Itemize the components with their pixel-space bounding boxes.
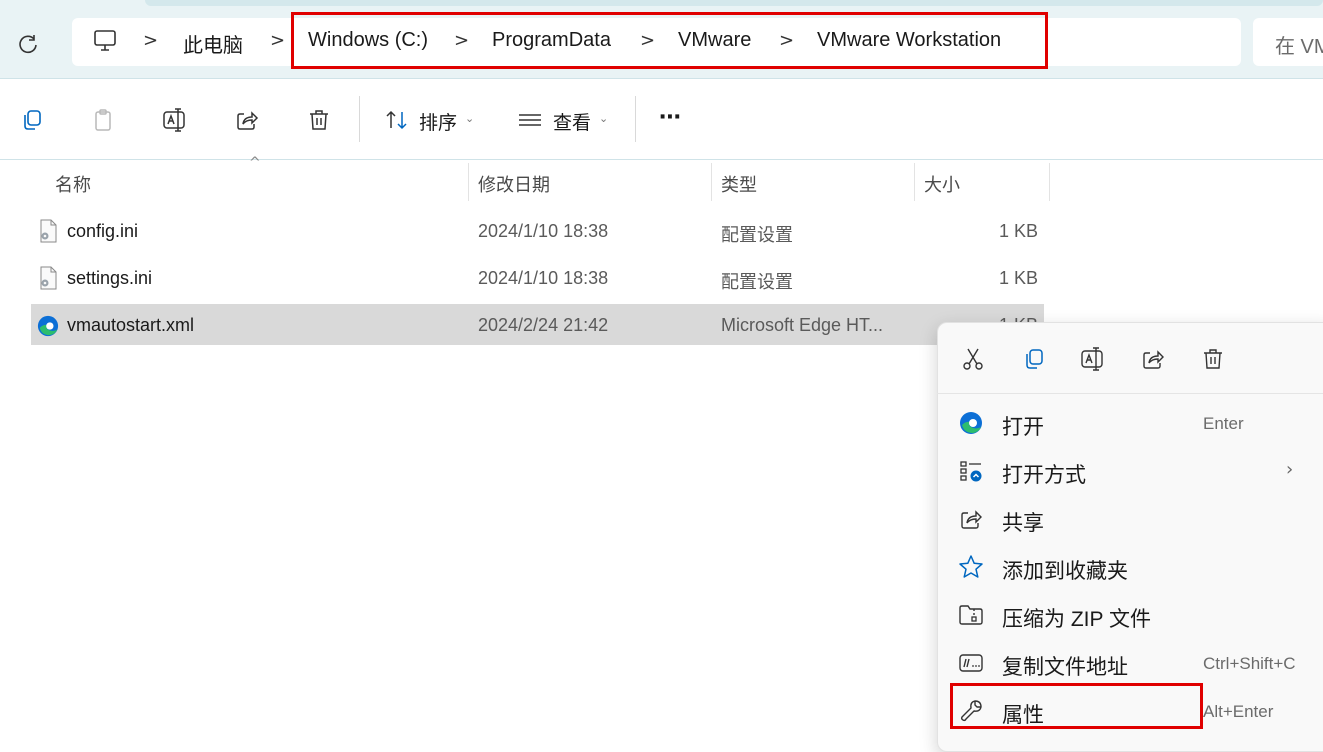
menu-item-shortcut: Ctrl+Shift+C xyxy=(1203,654,1296,673)
menu-item-label: 共享 xyxy=(1002,512,1044,535)
ctx-cut-button[interactable] xyxy=(957,343,989,375)
paste-icon xyxy=(95,109,111,131)
column-header-name[interactable]: 名称 xyxy=(55,171,91,197)
share-icon xyxy=(1143,350,1164,369)
properties-highlight-box xyxy=(950,683,1203,729)
cut-icon xyxy=(963,348,983,370)
file-modified: 2024/2/24 21:42 xyxy=(478,315,609,335)
rename-icon xyxy=(163,108,185,132)
file-name: config.ini xyxy=(67,221,139,241)
copy-button[interactable] xyxy=(14,103,48,137)
sort-button[interactable]: 排序 xyxy=(419,108,457,135)
delete-button[interactable] xyxy=(302,103,336,137)
file-type: 配置设置 xyxy=(721,272,793,292)
column-divider[interactable] xyxy=(468,163,469,201)
file-type: Microsoft Edge HT... xyxy=(721,315,884,335)
file-size: 1 KB xyxy=(998,221,1038,241)
menu-item-label: 复制文件地址 xyxy=(1002,656,1128,679)
ini-file-icon xyxy=(40,219,57,243)
refresh-button[interactable] xyxy=(14,30,42,58)
refresh-icon xyxy=(19,35,37,54)
column-divider[interactable] xyxy=(1049,163,1050,201)
column-divider[interactable] xyxy=(711,163,712,201)
edge-icon xyxy=(958,410,984,436)
menu-item-add-to-favorites[interactable]: 添加到收藏夹 xyxy=(950,544,1323,588)
file-row[interactable]: config.ini 2024/1/10 18:38 配置设置 1 KB xyxy=(31,210,1044,251)
view-button[interactable]: 查看 xyxy=(553,108,591,135)
view-icon-wrap[interactable] xyxy=(513,103,547,137)
column-header-size[interactable]: 大小 xyxy=(924,171,960,197)
star-icon xyxy=(958,554,984,580)
breadcrumb-separator[interactable]: > xyxy=(143,30,158,51)
file-name: settings.ini xyxy=(67,268,153,288)
menu-item-label: 打开 xyxy=(1002,416,1044,439)
column-header-modified[interactable]: 修改日期 xyxy=(478,171,550,197)
delete-icon xyxy=(310,110,328,130)
file-row-selected[interactable]: vmautostart.xml 2024/2/24 21:42 Microsof… xyxy=(31,304,1044,345)
view-chevron-down-icon[interactable]: ⌄ xyxy=(599,112,608,125)
toolbar-divider xyxy=(359,96,360,142)
breadcrumb-highlight-box xyxy=(291,12,1048,69)
sort-chevron-down-icon[interactable]: ⌄ xyxy=(465,112,474,125)
ctx-copy-button[interactable] xyxy=(1017,343,1049,375)
copy-icon xyxy=(24,110,41,130)
menu-item-shortcut: Alt+Enter xyxy=(1203,702,1274,721)
more-options-button[interactable]: ⋯ xyxy=(659,104,681,130)
menu-item-label: 添加到收藏夹 xyxy=(1002,560,1128,583)
column-divider[interactable] xyxy=(914,163,915,201)
view-icon xyxy=(519,114,541,126)
menu-item-open[interactable]: 打开 Enter xyxy=(950,400,1323,444)
edge-icon xyxy=(37,315,59,337)
ctx-rename-button[interactable] xyxy=(1077,343,1109,375)
search-placeholder: 在 VM xyxy=(1275,36,1323,58)
zip-icon xyxy=(958,602,984,628)
rename-button[interactable] xyxy=(158,103,192,137)
copy-path-icon xyxy=(958,650,984,676)
file-modified: 2024/1/10 18:38 xyxy=(478,268,609,288)
rename-icon xyxy=(1081,347,1103,371)
toolbar-divider xyxy=(635,96,636,142)
menu-item-label: 打开方式 xyxy=(1002,464,1086,487)
copy-icon xyxy=(1026,349,1043,369)
sort-icon-wrap[interactable] xyxy=(380,103,414,137)
open-with-icon xyxy=(958,458,984,484)
menu-item-share[interactable]: 共享 xyxy=(950,496,1323,540)
ctx-share-button[interactable] xyxy=(1137,343,1169,375)
menu-item-open-with[interactable]: 打开方式 › xyxy=(950,448,1323,492)
menu-item-shortcut: Enter xyxy=(1203,414,1244,433)
file-modified: 2024/1/10 18:38 xyxy=(478,221,609,241)
share-icon xyxy=(237,111,259,130)
tab-edge xyxy=(145,0,1323,6)
menu-item-label: 压缩为 ZIP 文件 xyxy=(1002,608,1151,631)
ctx-delete-button[interactable] xyxy=(1197,343,1229,375)
context-menu-divider xyxy=(937,393,1323,394)
file-size: 1 KB xyxy=(998,268,1038,288)
file-row[interactable]: settings.ini 2024/1/10 18:38 配置设置 1 KB xyxy=(31,257,1044,298)
file-type: 配置设置 xyxy=(721,225,793,245)
sort-icon xyxy=(386,110,407,130)
ini-file-icon xyxy=(40,266,57,290)
breadcrumb-this-pc[interactable]: 此电脑 xyxy=(183,29,243,58)
paste-button[interactable] xyxy=(86,103,120,137)
this-pc-icon[interactable] xyxy=(92,28,118,54)
delete-icon xyxy=(1204,349,1222,369)
share-button[interactable] xyxy=(230,103,264,137)
menu-item-copy-path[interactable]: 复制文件地址 Ctrl+Shift+C xyxy=(950,640,1323,684)
column-header-type[interactable]: 类型 xyxy=(721,171,757,197)
submenu-chevron-right-icon: › xyxy=(1286,459,1294,480)
menu-item-compress-zip[interactable]: 压缩为 ZIP 文件 xyxy=(950,592,1323,636)
sort-ascending-caret-icon: ^ xyxy=(249,155,261,171)
breadcrumb-separator[interactable]: > xyxy=(270,30,285,51)
file-name: vmautostart.xml xyxy=(67,315,195,335)
share-icon xyxy=(958,506,984,532)
